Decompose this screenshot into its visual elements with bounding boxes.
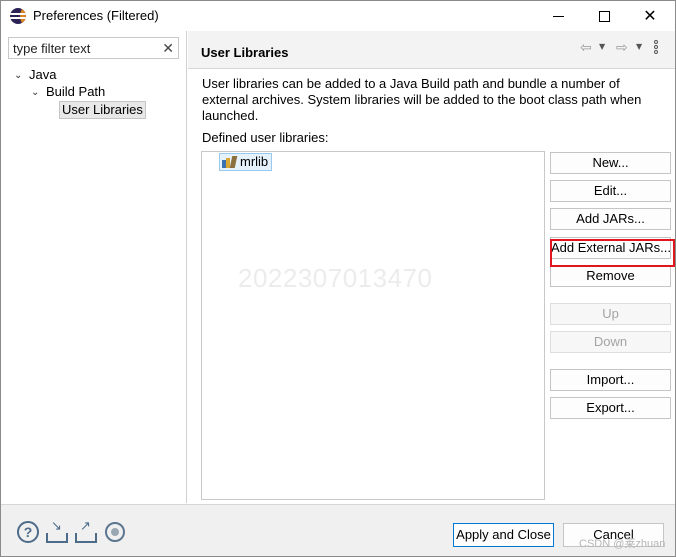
credit-watermark: CSDN @莱zhuan (579, 538, 666, 550)
forward-dropdown-icon[interactable]: ▼ (636, 42, 642, 51)
tree-item-user-libraries[interactable]: User Libraries (59, 101, 146, 119)
library-name: mrlib (240, 154, 269, 169)
apply-and-close-button[interactable]: Apply and Close (453, 523, 554, 547)
help-icon[interactable]: ? (17, 521, 39, 543)
highlight-annotation (550, 239, 675, 267)
tree-item-label: Build Path (46, 84, 106, 99)
chevron-down-icon[interactable]: ⌄ (31, 87, 41, 98)
import-button[interactable]: Import... (550, 369, 671, 391)
export-preferences-icon[interactable]: ↗ (75, 519, 97, 543)
user-library-list[interactable]: mrlib (201, 151, 545, 500)
window-title: Preferences (Filtered) (33, 8, 159, 23)
eclipse-icon (10, 8, 26, 24)
filter-text: type filter text (13, 41, 91, 56)
page-description: User libraries can be added to a Java Bu… (202, 76, 642, 123)
add-jars-button[interactable]: Add JARs... (550, 208, 671, 230)
record-icon[interactable] (105, 522, 125, 542)
dialog-footer: ? ↘ ↗ Apply and Close Cancel (1, 504, 675, 556)
maximize-icon (598, 10, 610, 22)
import-preferences-icon[interactable]: ↘ (46, 519, 68, 543)
preference-tree-pane: type filter text ✕ ⌄ Java ⌄ Build Path U… (1, 31, 187, 503)
clear-filter-icon[interactable]: ✕ (162, 40, 174, 57)
close-icon: ✕ (643, 6, 657, 25)
library-icon (222, 156, 238, 168)
title-bar[interactable]: Preferences (Filtered) ✕ (1, 1, 675, 31)
chevron-down-icon[interactable]: ⌄ (14, 70, 24, 81)
new-button[interactable]: New... (550, 152, 671, 174)
remove-button[interactable]: Remove (550, 265, 671, 287)
tree-item-label: Java (29, 67, 57, 82)
view-menu-icon[interactable] (654, 40, 660, 56)
watermark-text: 2022307013470 (238, 263, 433, 293)
list-item[interactable]: mrlib (219, 153, 273, 171)
page-header: User Libraries ⇦ ▼ ⇨ ▼ (188, 31, 675, 69)
minimize-icon (552, 15, 564, 17)
back-dropdown-icon[interactable]: ▼ (599, 42, 605, 51)
edit-button[interactable]: Edit... (550, 180, 671, 202)
down-button[interactable]: Down (550, 331, 671, 353)
up-button[interactable]: Up (550, 303, 671, 325)
export-button[interactable]: Export... (550, 397, 671, 419)
maximize-button[interactable] (581, 1, 627, 31)
back-arrow-icon[interactable]: ⇦ (580, 40, 592, 56)
page-title: User Libraries (201, 45, 289, 60)
close-button[interactable]: ✕ (627, 1, 673, 31)
defined-libraries-label: Defined user libraries: (202, 130, 329, 145)
preferences-window: Preferences (Filtered) ✕ type filter tex… (0, 0, 676, 557)
forward-arrow-icon[interactable]: ⇨ (616, 40, 628, 56)
minimize-button[interactable] (535, 1, 581, 31)
filter-input[interactable]: type filter text ✕ (8, 37, 179, 59)
